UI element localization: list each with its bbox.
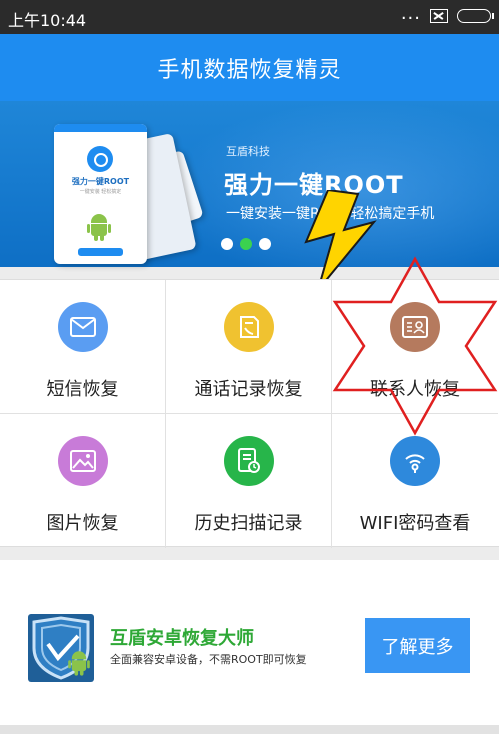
learn-more-button[interactable]: 了解更多 — [365, 618, 470, 673]
banner-brand: 互盾科技 — [226, 145, 270, 158]
phone-screen-text: 强力一键ROOT — [71, 177, 130, 186]
star-highlight-annotation-icon — [332, 256, 498, 436]
picture-icon — [57, 436, 108, 486]
shield-logo-icon — [28, 614, 94, 682]
bottom-divider — [0, 725, 499, 734]
app-logo-icon — [87, 146, 113, 172]
status-time: 上午10:44 — [8, 11, 87, 30]
android-robot-icon — [87, 214, 111, 241]
grid-item-label: WIFI密码查看 — [359, 513, 471, 534]
grid-item-photo-recovery[interactable]: 图片恢复 — [0, 414, 166, 548]
grid-item-label: 历史扫描记录 — [194, 513, 303, 534]
call-log-icon — [223, 302, 274, 352]
banner-phone-front: 强力一键ROOT 一键安装 轻松搞定 — [54, 124, 147, 264]
promo-description: 全面兼容安卓设备，不需ROOT即可恢复 — [110, 653, 307, 666]
grid-item-call-log-recovery[interactable]: 通话记录恢复 — [166, 280, 332, 414]
status-bar: 上午10:44 ... — [0, 0, 499, 34]
promo-card[interactable]: 互盾安卓恢复大师 全面兼容安卓设备，不需ROOT即可恢复 了解更多 — [0, 560, 499, 725]
notification-message-icon — [430, 9, 448, 23]
history-document-icon — [223, 436, 274, 486]
promo-title: 互盾安卓恢复大师 — [110, 628, 254, 649]
status-icons: ... — [400, 3, 494, 24]
phone-screen-header — [54, 124, 147, 132]
battery-icon — [457, 9, 494, 23]
grid-item-sms-recovery[interactable]: 短信恢复 — [0, 280, 166, 414]
banner-dot-2[interactable] — [240, 238, 252, 250]
phone-screen-subtext: 一键安装 轻松搞定 — [79, 189, 122, 195]
more-dots-icon: ... — [400, 3, 421, 24]
grid-item-label: 短信恢复 — [46, 379, 119, 400]
app-title: 手机数据恢复精灵 — [157, 57, 342, 83]
message-icon — [57, 302, 108, 352]
grid-item-scan-history[interactable]: 历史扫描记录 — [166, 414, 332, 548]
wifi-icon — [390, 436, 440, 486]
grid-item-label: 图片恢复 — [46, 513, 119, 534]
banner-dot-1[interactable] — [221, 238, 233, 250]
banner-pagination[interactable] — [221, 238, 271, 250]
android-robot-icon — [68, 651, 90, 676]
grid-item-label: 通话记录恢复 — [194, 379, 303, 400]
app-title-bar: 手机数据恢复精灵 — [0, 34, 499, 101]
banner-dot-3[interactable] — [259, 238, 271, 250]
phone-screen-button — [78, 248, 123, 256]
